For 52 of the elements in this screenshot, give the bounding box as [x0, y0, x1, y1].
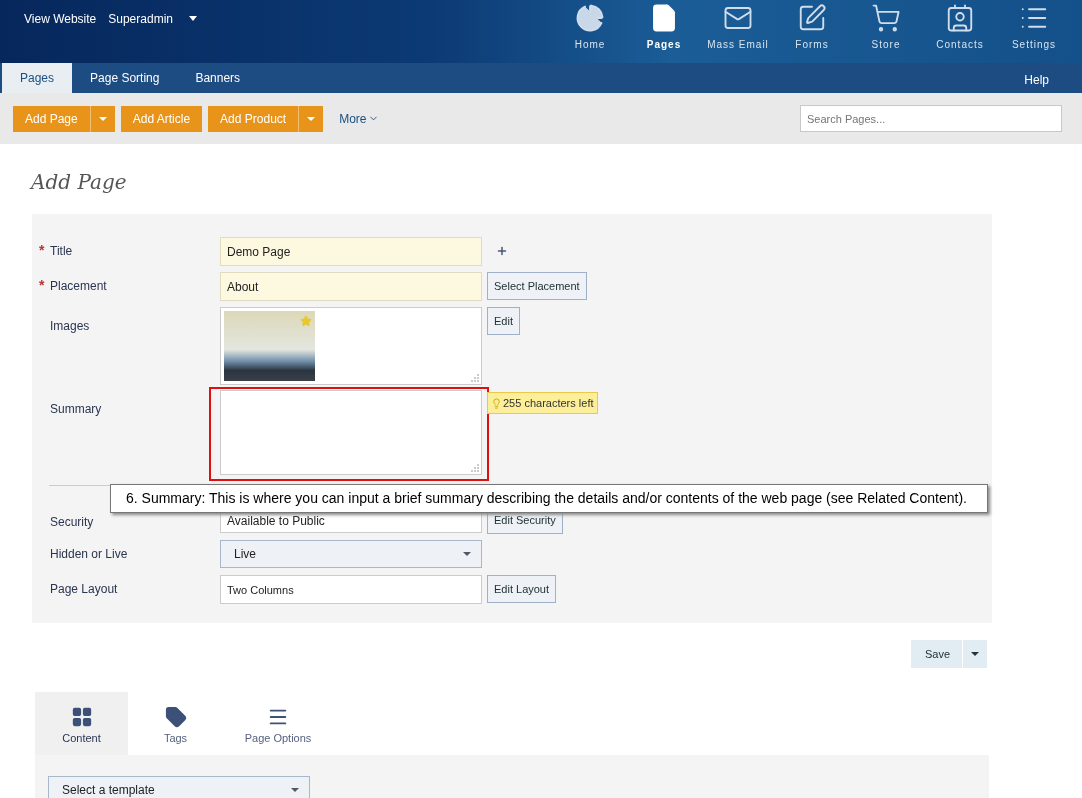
help-link[interactable]: Help	[1024, 63, 1082, 93]
grid-icon	[70, 706, 93, 728]
dropdown-button[interactable]	[89, 105, 115, 132]
header-link[interactable]: Superadmin	[108, 12, 173, 26]
tag-icon	[164, 706, 187, 728]
side-button[interactable]: Select Placement	[487, 272, 587, 300]
field-label: Placement	[50, 278, 107, 293]
side-button[interactable]: Edit Layout	[487, 575, 557, 603]
nav-item[interactable]: Store	[849, 0, 923, 63]
resize-grip-icon	[471, 374, 479, 382]
template-select[interactable]: Select a template	[48, 776, 310, 798]
text-field[interactable]: Demo Page	[220, 237, 482, 266]
field-label: Title	[50, 243, 73, 258]
nav-item[interactable]: Forms	[775, 0, 849, 63]
add-icon[interactable]	[496, 245, 508, 257]
text-field[interactable]: About	[220, 272, 482, 301]
field-label: Images	[50, 318, 90, 333]
save-button[interactable]: Save	[911, 640, 962, 668]
nav-item[interactable]: Pages	[627, 0, 701, 63]
caret-icon	[463, 552, 471, 556]
tab[interactable]: Page Sorting	[72, 63, 178, 93]
required-asterisk: *	[39, 241, 46, 258]
field-label: Summary	[50, 401, 102, 416]
nav-item[interactable]: Home	[553, 0, 627, 63]
caret-icon	[291, 788, 299, 792]
cart-icon	[871, 3, 901, 33]
pie-chart-icon	[575, 3, 605, 33]
tooltip-callout: 6. Summary: This is where you can input a brief summary describing the details and/or contents of the web page (see Related Content).	[110, 484, 988, 513]
tab[interactable]: Content	[35, 692, 128, 755]
field-label: Page Layout	[50, 581, 118, 596]
field-label: Security	[50, 514, 94, 529]
nav-item[interactable]: Mass Email	[701, 0, 775, 63]
search-field[interactable]: Search Pages...	[800, 105, 1062, 132]
caret-icon[interactable]	[189, 16, 197, 21]
tab[interactable]: Pages	[2, 63, 73, 93]
dropdown-field[interactable]: Live	[220, 540, 482, 568]
more-menu[interactable]: More	[339, 111, 380, 126]
required-asterisk: *	[39, 276, 46, 293]
tab[interactable]: Banners	[177, 63, 259, 93]
field-label: Hidden or Live	[50, 546, 128, 561]
side-button[interactable]: Edit	[487, 307, 520, 335]
contact-card-icon	[945, 3, 975, 33]
page-heading: Add Page	[28, 169, 128, 196]
nav-item[interactable]: Settings	[997, 0, 1071, 63]
text-field[interactable]: Two Columns	[220, 575, 482, 604]
lightbulb-icon	[491, 397, 502, 409]
character-count-badge: 255 characters left	[487, 392, 598, 414]
pencil-icon	[797, 3, 827, 33]
resize-grip-icon	[471, 464, 479, 472]
dropdown-button[interactable]	[298, 105, 324, 132]
nav-item[interactable]: Contacts	[923, 0, 997, 63]
header-link[interactable]: View Website	[24, 12, 97, 26]
